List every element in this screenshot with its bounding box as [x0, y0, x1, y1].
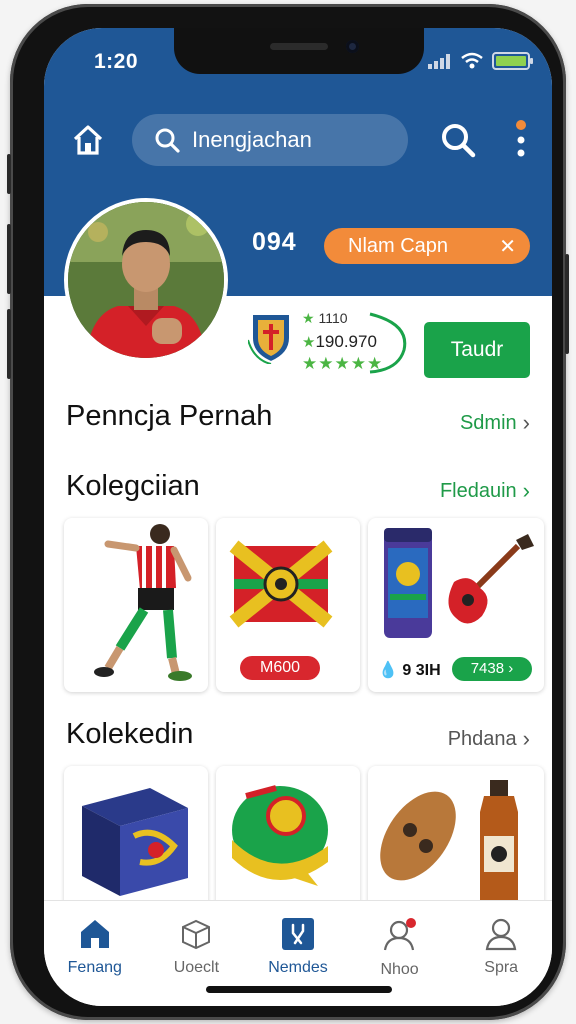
tag-pill[interactable]: Nlam Capn ✕: [324, 228, 530, 264]
player-figure-icon: [94, 524, 192, 681]
more-options-icon[interactable]: [514, 118, 528, 162]
star-icon: ★: [302, 334, 316, 351]
rating-label: ★ 1110: [302, 310, 348, 327]
club-badge-icon: [248, 313, 291, 364]
section-title: Penncja Pernah: [66, 400, 273, 432]
chevron-right-icon: ›: [522, 726, 530, 751]
price-label: 💧 9 3IH: [378, 660, 441, 680]
player-rating: ★ 1110 ★190.970 ★★★★★: [300, 310, 407, 376]
collection-row: M600 💧 9 3IH 7438 ›: [64, 518, 544, 692]
screen: 1:20 Inengjachan 094 Nlam Capn ✕ ★ 1110 …: [44, 28, 552, 1006]
action-button[interactable]: Taudr: [424, 322, 530, 378]
collection-card[interactable]: [64, 518, 208, 692]
price-badge-text: 7438: [470, 660, 505, 677]
price-badge: M600: [240, 656, 320, 680]
phone-frame: 1:20 Inengjachan 094 Nlam Capn ✕ ★ 1110 …: [7, 4, 569, 1020]
mute-switch: [7, 154, 11, 194]
nav-label: Spra: [484, 959, 519, 976]
search-input[interactable]: [192, 127, 392, 153]
front-camera: [346, 40, 359, 53]
tools-icon: [281, 918, 314, 950]
user-icon: [485, 918, 517, 951]
section-link[interactable]: Phdana ›: [448, 726, 530, 752]
nav-item-profile[interactable]: Spra: [455, 917, 547, 1006]
house-icon: [73, 125, 103, 155]
search-bar[interactable]: [132, 114, 408, 166]
rating-value-text: 190.970: [315, 332, 377, 351]
nav-label: Nemdes: [268, 959, 328, 976]
rating-value: ★190.970: [302, 332, 377, 352]
player-photo-icon: [68, 202, 224, 358]
chevron-right-icon: ›: [522, 478, 530, 503]
home-icon: [80, 920, 109, 948]
status-time: 1:20: [94, 50, 139, 73]
price-badge: 7438 ›: [452, 657, 532, 681]
nav-label: Uoeclt: [173, 959, 220, 976]
wifi-icon: [461, 52, 483, 69]
rating-stars: ★★★★★: [302, 354, 384, 373]
search-icon: [155, 128, 180, 153]
collection-card[interactable]: M600: [216, 518, 360, 692]
section-title: Kolegciian: [66, 470, 200, 502]
price-text: 9 3IH: [402, 662, 441, 679]
chevron-right-icon: ›: [508, 660, 514, 677]
section-link[interactable]: Sdmin ›: [460, 410, 530, 436]
nav-label: Nhoo: [380, 961, 419, 978]
section-link[interactable]: Fledauin ›: [440, 478, 530, 504]
nav-item-home[interactable]: Fenang: [49, 917, 141, 1006]
chevron-right-icon: ›: [522, 410, 530, 435]
rating-line1-text: 1110: [318, 310, 348, 326]
notch: [174, 28, 424, 74]
section-title: Kolekedin: [66, 718, 194, 750]
volume-up-button: [7, 224, 11, 294]
avatar[interactable]: [64, 198, 228, 362]
signal-icon: [428, 54, 450, 69]
nav-label: Fenang: [67, 959, 122, 976]
star-icon: ★: [302, 310, 319, 326]
section-link-label: Phdana: [447, 727, 517, 750]
home-button[interactable]: [68, 120, 108, 160]
speaker: [270, 43, 328, 50]
tag-label: Nlam Capn: [348, 234, 449, 257]
power-button: [565, 254, 569, 354]
user-notification-icon: [383, 918, 416, 951]
home-indicator[interactable]: [206, 986, 392, 993]
close-icon[interactable]: ✕: [499, 234, 516, 259]
player-number: 094: [252, 228, 297, 256]
section-link-label: Sdmin: [459, 411, 517, 434]
battery-icon: [492, 52, 533, 70]
box-icon: [182, 919, 211, 950]
status-icons: [428, 52, 533, 70]
drop-icon: 💧: [378, 662, 398, 679]
search-button-icon[interactable]: [440, 122, 476, 158]
collection-card[interactable]: 💧 9 3IH 7438 ›: [368, 518, 544, 692]
volume-down-button: [7, 309, 11, 379]
section-link-label: Fledauin: [439, 479, 517, 502]
